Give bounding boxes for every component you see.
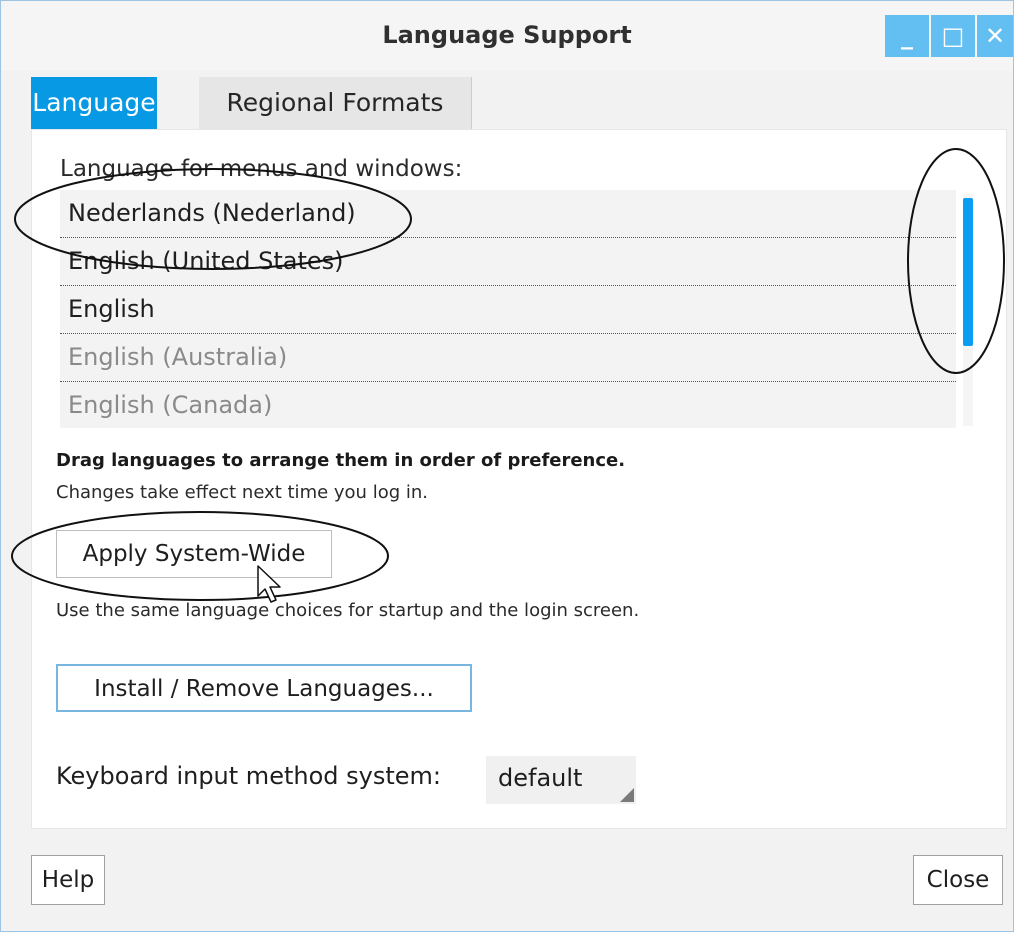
minimize-button[interactable]: _	[885, 15, 929, 57]
effect-note: Changes take effect next time you log in…	[56, 482, 428, 503]
language-support-window: Language Support _ □ ✕ Language Regional…	[0, 0, 1014, 932]
apply-description: Use the same language choices for startu…	[56, 600, 640, 621]
dropdown-corner-icon	[620, 788, 634, 802]
maximize-button[interactable]: □	[931, 15, 975, 57]
language-item-english-us[interactable]: English (United States)	[60, 238, 956, 286]
tab-regional-formats[interactable]: Regional Formats	[199, 77, 472, 129]
drag-hint: Drag languages to arrange them in order …	[56, 450, 626, 471]
language-item-english-canada[interactable]: English (Canada)	[60, 382, 956, 428]
languages-heading: Language for menus and windows:	[60, 156, 463, 182]
keyboard-input-method-select[interactable]: default	[486, 756, 636, 804]
language-item-english-australia[interactable]: English (Australia)	[60, 334, 956, 382]
language-item-english[interactable]: English	[60, 286, 956, 334]
install-remove-languages-button[interactable]: Install / Remove Languages...	[56, 664, 472, 712]
apply-system-wide-button[interactable]: Apply System-Wide	[56, 530, 332, 578]
close-window-button[interactable]: ✕	[977, 15, 1013, 57]
keyboard-input-method-value: default	[498, 764, 583, 792]
language-list[interactable]: Nederlands (Nederland) English (United S…	[60, 190, 956, 428]
tab-language[interactable]: Language	[31, 77, 157, 129]
window-title: Language Support	[382, 21, 632, 49]
language-list-scrollbar-thumb[interactable]	[963, 198, 973, 346]
language-item-nederlands[interactable]: Nederlands (Nederland)	[60, 190, 956, 238]
help-button[interactable]: Help	[31, 855, 105, 905]
keyboard-input-method-label: Keyboard input method system:	[56, 762, 441, 790]
title-bar[interactable]: Language Support _ □ ✕	[1, 1, 1013, 71]
close-button[interactable]: Close	[913, 855, 1003, 905]
language-tab-panel: Language for menus and windows: Nederlan…	[31, 129, 1007, 829]
